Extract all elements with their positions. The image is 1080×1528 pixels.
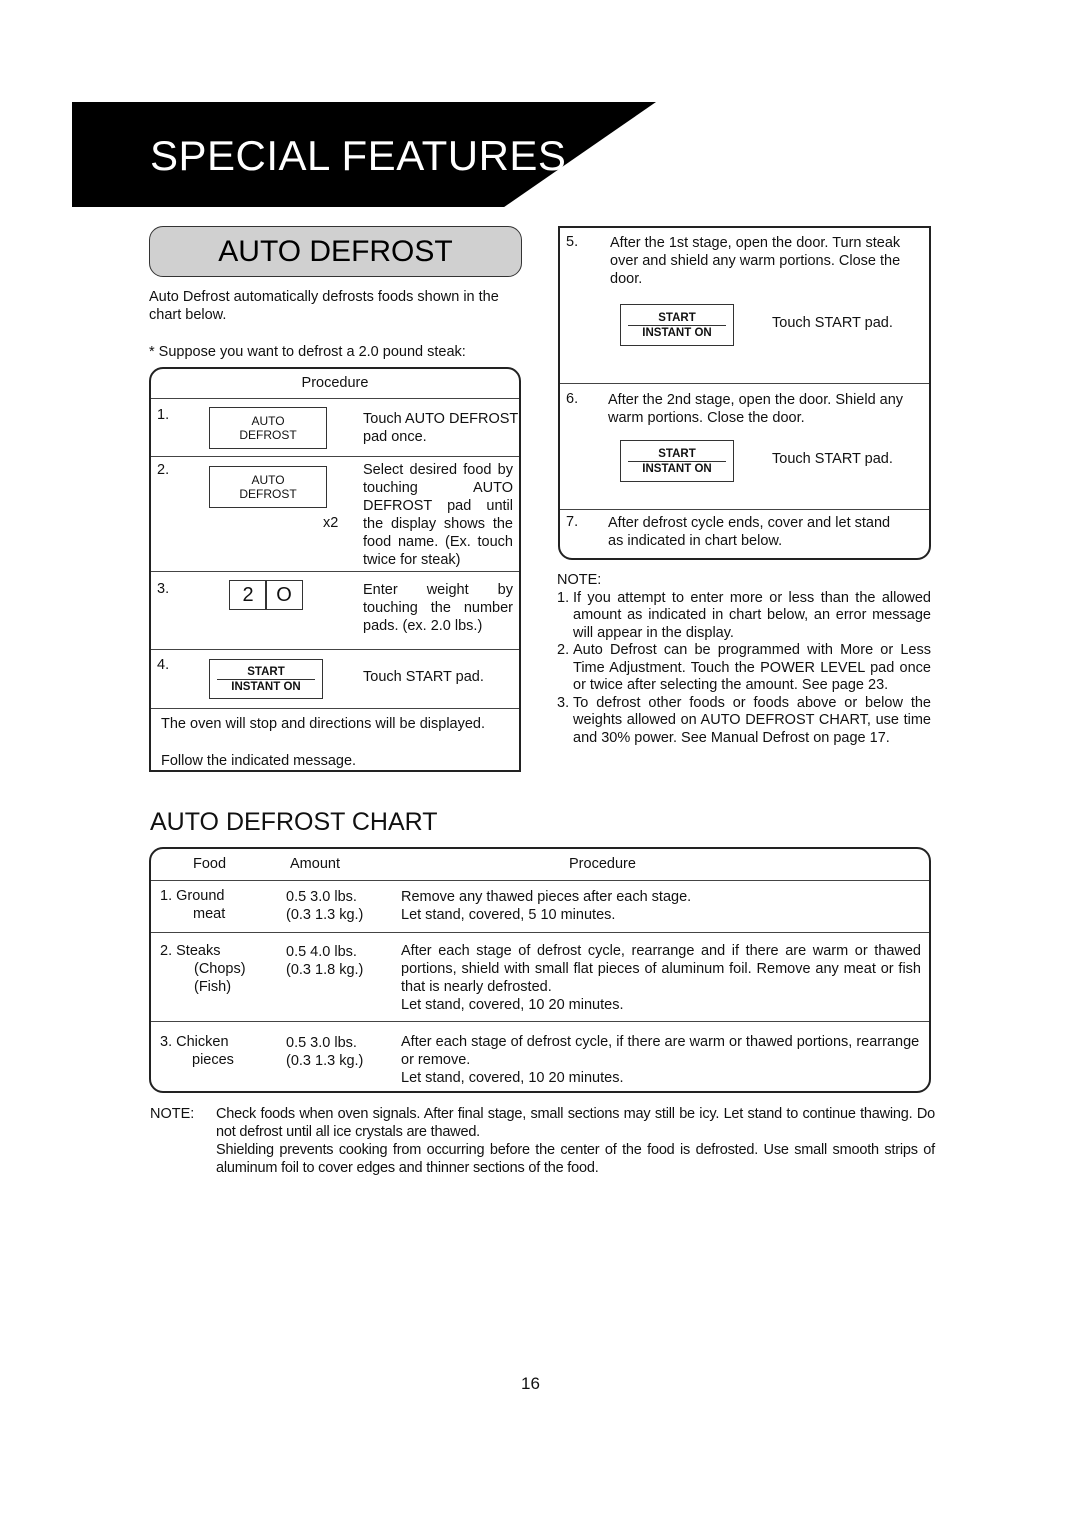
key-label: 2	[242, 583, 254, 606]
pad-label: INSTANT ON	[642, 462, 712, 475]
divider	[151, 456, 519, 457]
divider	[151, 1021, 929, 1022]
food-cell: pieces	[192, 1052, 234, 1068]
step-text: Touch AUTO DEFROST pad once.	[363, 411, 518, 445]
divider	[560, 383, 929, 384]
notes: NOTE: 1. If you attempt to enter more or…	[557, 572, 931, 747]
divider	[151, 398, 519, 399]
chart-title: AUTO DEFROST CHART	[150, 808, 438, 836]
food-cell: 2. Steaks	[160, 943, 221, 959]
amount-cell: (0.3 1.8 kg.)	[286, 962, 364, 978]
amount-cell: 0.5 4.0 lbs.	[286, 944, 357, 960]
procedure-cell: Let stand, covered, 10 20 minutes.	[401, 1070, 624, 1086]
step-number: 6.	[566, 391, 579, 407]
food-cell: meat	[193, 906, 226, 922]
food-cell: 3. Chicken	[160, 1034, 229, 1050]
note-text: If you attempt to enter more or less tha…	[573, 589, 931, 641]
step-number: 4.	[157, 657, 170, 673]
step-text: Enter weight by touching the number pads…	[363, 582, 513, 634]
step-text: After the 1st stage, open the door. Turn…	[610, 235, 901, 287]
step-text: After the 2nd stage, open the door. Shie…	[608, 392, 904, 426]
amount-cell: 0.5 3.0 lbs.	[286, 889, 357, 905]
note-number: 2.	[557, 642, 570, 658]
pad-label: INSTANT ON	[642, 326, 712, 339]
start-instant-on-pad: START INSTANT ON	[209, 659, 323, 699]
note-item: 1. If you attempt to enter more or less …	[557, 590, 931, 643]
press-multiplier: x2	[323, 515, 339, 531]
step-number: 1.	[157, 407, 170, 423]
column-header-amount: Amount	[290, 856, 340, 872]
start-instant-on-pad: START INSTANT ON	[620, 440, 734, 482]
note-number: 1.	[557, 589, 570, 606]
note-number: 3.	[557, 694, 570, 711]
number-key-0: O	[265, 580, 303, 610]
food-cell: 1. Ground	[160, 888, 225, 904]
step-number: 5.	[566, 234, 579, 250]
divider	[151, 571, 519, 572]
procedure-header: Procedure	[301, 375, 369, 391]
divider	[560, 509, 929, 510]
notes-title: NOTE:	[557, 572, 602, 588]
pad-label: START	[217, 665, 315, 680]
pad-label: INSTANT ON	[231, 680, 301, 693]
banner-title: SPECIAL FEATURES	[150, 132, 567, 179]
footnote-label: NOTE:	[150, 1106, 195, 1122]
pad-label: AUTO	[251, 414, 285, 428]
auto-defrost-heading: AUTO DEFROST	[149, 226, 522, 277]
amount-cell: (0.3 1.3 kg.)	[286, 1053, 364, 1069]
column-header-food: Food	[193, 856, 227, 872]
step-text: Select desired food by touching AUTO DEF…	[363, 462, 513, 568]
step-action: Touch START pad.	[772, 451, 893, 467]
page-number: 16	[521, 1374, 540, 1393]
key-label: O	[276, 583, 292, 606]
footnote: NOTE: Check foods when oven signals. Aft…	[150, 1105, 935, 1177]
note-item: 2. Auto Defrost can be programmed with M…	[557, 642, 931, 695]
procedure-cell: Let stand, covered, 10 20 minutes.	[401, 997, 624, 1013]
pad-label: AUTO	[251, 473, 285, 487]
procedure-cell: Let stand, covered, 5 10 minutes.	[401, 907, 616, 923]
number-key-2: 2	[229, 580, 267, 610]
procedure-cell: Remove any thawed pieces after each stag…	[401, 889, 692, 905]
procedure-footer: The oven will stop and directions will b…	[161, 716, 486, 732]
column-header-procedure: Procedure	[569, 856, 636, 872]
divider	[151, 708, 519, 709]
procedure-cell: After each stage of defrost cycle, rearr…	[401, 943, 921, 995]
footnote-paragraph: Check foods when oven signals. After fin…	[216, 1106, 935, 1140]
pad-label: DEFROST	[239, 428, 297, 442]
divider	[151, 649, 519, 650]
divider	[151, 932, 929, 933]
food-cell: (Fish)	[194, 979, 232, 995]
procedure-cell: After each stage of defrost cycle, if th…	[401, 1034, 920, 1068]
step-text: Touch START pad.	[363, 669, 484, 685]
amount-cell: 0.5 3.0 lbs.	[286, 1035, 357, 1051]
pad-label: DEFROST	[239, 487, 297, 501]
note-item: 3. To defrost other foods or foods above…	[557, 695, 931, 748]
procedure-box: Procedure 1. AUTO DEFROST Touch AUTO DEF…	[149, 367, 521, 772]
example-text: * Suppose you want to defrost a 2.0 poun…	[149, 344, 466, 360]
amount-cell: (0.3 1.3 kg.)	[286, 907, 364, 923]
auto-defrost-pad: AUTO DEFROST	[209, 407, 327, 449]
divider	[151, 880, 929, 881]
defrost-chart-table: Food Amount Procedure 1. Ground meat 0.5…	[149, 847, 931, 1093]
procedure-footer-2: Follow the indicated message.	[161, 753, 357, 769]
step-number: 3.	[157, 581, 170, 597]
pad-label: START	[628, 447, 726, 462]
step-action: Touch START pad.	[772, 315, 893, 331]
intro-text: Auto Defrost automatically defrosts food…	[149, 289, 499, 323]
note-text: Auto Defrost can be programmed with More…	[573, 642, 931, 693]
auto-defrost-heading-text: AUTO DEFROST	[218, 234, 453, 268]
pad-label: START	[628, 311, 726, 326]
step-number: 2.	[157, 462, 170, 478]
procedure-box-continued: 5. After the 1st stage, open the door. T…	[558, 226, 931, 560]
start-instant-on-pad: START INSTANT ON	[620, 304, 734, 346]
step-text: After defrost cycle ends, cover and let …	[608, 515, 891, 549]
step-number: 7.	[566, 514, 579, 530]
footnote-paragraph: Shielding prevents cooking from occurrin…	[216, 1142, 935, 1176]
note-text: To defrost other foods or foods above or…	[573, 694, 931, 746]
food-cell: (Chops)	[194, 961, 246, 977]
auto-defrost-pad: AUTO DEFROST	[209, 466, 327, 508]
